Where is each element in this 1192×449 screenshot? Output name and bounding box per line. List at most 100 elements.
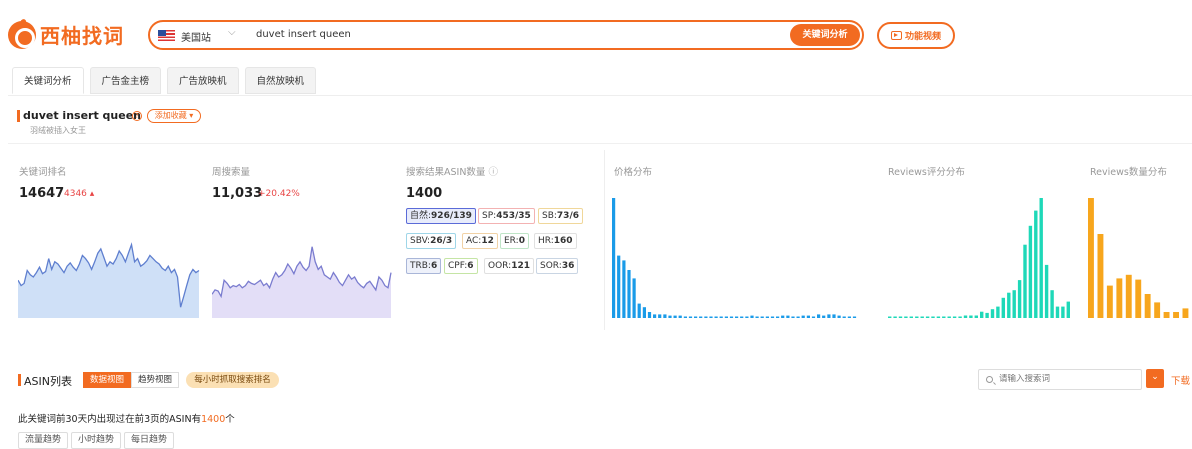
placement-chip[interactable]: ER:0 [500, 233, 529, 249]
distribution-bar [1001, 297, 1005, 318]
placement-chip[interactable]: OOR:121 [484, 258, 534, 274]
rating-distribution-label: Reviews评分分布 [888, 167, 965, 178]
distribution-bar [735, 316, 739, 318]
help-icon[interactable]: ? [132, 111, 142, 121]
distribution-bar [958, 316, 962, 318]
logo-text: 西柚找词 [40, 24, 124, 48]
distribution-bar [704, 316, 708, 318]
distribution-bar [699, 316, 703, 318]
tab-keyword-analysis[interactable]: 关键词分析 [12, 67, 84, 94]
hourly-trend-button[interactable]: 小时趋势 [71, 432, 122, 449]
keyword-search-input[interactable]: duvet insert queen [256, 29, 351, 40]
tab-ad-projector[interactable]: 广告放映机 [167, 67, 239, 94]
help-icon: ⓘ [485, 167, 498, 178]
placement-chip[interactable]: SOR:36 [536, 258, 579, 274]
distribution-bar [1097, 234, 1104, 318]
distribution-bar [827, 314, 831, 318]
distribution-bar [893, 316, 897, 318]
analyze-keyword-button[interactable]: 关键词分析 [790, 24, 860, 46]
placement-chip[interactable]: CPF:6 [444, 258, 478, 274]
placement-chip[interactable]: SB:73/6 [538, 208, 583, 224]
distribution-bar [663, 314, 667, 318]
distribution-bar [627, 270, 631, 318]
tab-ad-sponsor-ranking[interactable]: 广告金主榜 [89, 67, 162, 94]
distribution-bar [776, 316, 780, 318]
distribution-bar [888, 316, 892, 318]
placement-chip[interactable]: HR:160 [534, 233, 577, 249]
distribution-bar [765, 316, 769, 318]
chevron-down-icon[interactable]: ⌵ [228, 27, 236, 38]
daily-trend-button[interactable]: 每日趋势 [124, 432, 175, 449]
distribution-bar [1125, 274, 1132, 318]
keyword-title: duvet insert queen [23, 109, 142, 122]
distribution-bar [1055, 306, 1060, 318]
distribution-bar [915, 316, 919, 318]
distribution-bar [781, 315, 785, 318]
distribution-bar [920, 316, 924, 318]
download-link[interactable]: 下载 [1171, 373, 1190, 387]
keyword-translation: 羽绒被插入女王 [30, 126, 86, 135]
review-count-distribution-label: Reviews数量分布 [1090, 167, 1167, 178]
distribution-bar [683, 316, 687, 318]
distribution-bar [980, 311, 984, 318]
distribution-bar [904, 316, 908, 318]
divider [8, 143, 1192, 144]
rank-value: 14647 [19, 186, 65, 201]
distribution-bar [1144, 294, 1151, 318]
distribution-bar [847, 316, 851, 318]
distribution-bar [822, 315, 826, 318]
site-selector[interactable]: 美国站 [181, 29, 211, 44]
dropdown-button[interactable]: ⌄ [1146, 369, 1164, 388]
rank-delta: 4346 ▴ [64, 189, 95, 199]
placement-chip[interactable]: 自然:926/139 [406, 208, 476, 224]
distribution-bar [740, 316, 744, 318]
traffic-trend-button[interactable]: 流量趋势 [18, 432, 69, 449]
logo[interactable]: 西柚找词 [8, 20, 124, 49]
tab-organic-projector[interactable]: 自然放映机 [244, 67, 317, 94]
distribution-bar [770, 316, 775, 318]
distribution-bar [1023, 244, 1027, 318]
distribution-bar [653, 314, 657, 318]
distribution-bar [1007, 292, 1011, 318]
distribution-bar [673, 315, 677, 318]
weekly-search-label: 周搜索量 [212, 167, 251, 178]
asin-count-label: 搜索结果ASIN数量 ⓘ [406, 167, 498, 178]
placement-chip[interactable]: SBV:26/3 [406, 233, 457, 249]
distribution-bar [658, 314, 662, 318]
distribution-bar [647, 312, 652, 318]
add-favorite-button[interactable]: 添加收藏 ▾ [147, 109, 201, 123]
distribution-bar [832, 314, 836, 318]
placement-chip[interactable]: AC:12 [462, 233, 498, 249]
price-distribution-label: 价格分布 [614, 167, 653, 178]
distribution-bar [942, 316, 946, 318]
distribution-bar [909, 316, 913, 318]
distribution-bar [947, 316, 951, 318]
distribution-bar [936, 316, 941, 318]
distribution-bar [617, 255, 621, 318]
distribution-bar [852, 316, 857, 318]
grapefruit-logo-icon [8, 20, 36, 49]
placement-chip[interactable]: TRB:6 [406, 258, 442, 274]
asin-summary: 此关键词前30天内出现过在前3页的ASIN有1400个 [18, 414, 235, 425]
distribution-bar [952, 316, 957, 318]
distribution-bar [719, 316, 723, 318]
hourly-rank-badge[interactable]: 每小时抓取搜索排名 [186, 372, 279, 388]
placement-chip[interactable]: SP:453/35 [478, 208, 535, 224]
distribution-bar [837, 315, 841, 318]
distribution-bar [1088, 198, 1094, 318]
distribution-bar [969, 315, 973, 318]
distribution-bar [745, 316, 749, 318]
feature-video-button[interactable]: 功能视频 [877, 22, 955, 49]
divider [604, 150, 605, 330]
distribution-bar [817, 314, 821, 318]
us-flag-icon [158, 30, 175, 41]
trend-area [18, 244, 199, 318]
data-view-button[interactable]: 数据视图 [83, 372, 132, 388]
trend-view-button[interactable]: 趋势视图 [131, 372, 180, 388]
distribution-bar [1034, 210, 1038, 318]
distribution-bar [632, 278, 636, 318]
rank-trend-chart [18, 242, 200, 318]
title-accent [17, 110, 20, 122]
asin-search-input[interactable] [999, 374, 1129, 384]
distribution-bar [1154, 302, 1161, 318]
